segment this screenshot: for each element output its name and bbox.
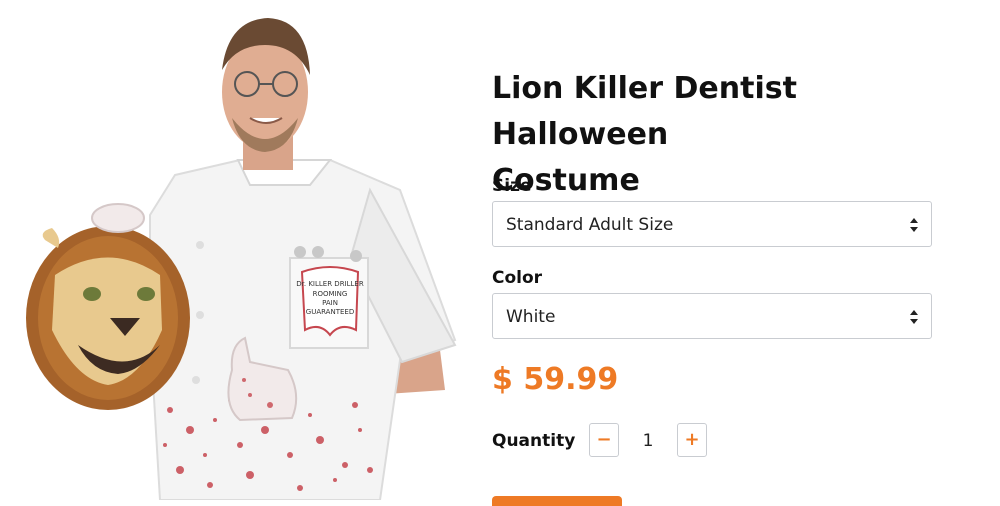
add-to-cart-button[interactable]: [492, 496, 622, 506]
lion-ear: [42, 228, 60, 248]
costume-illustration: Dr. KILLER DRILLER ROOMING PAIN GUARANTE…: [26, 18, 457, 500]
pocket-tool: [350, 250, 362, 262]
lion-eye: [137, 287, 155, 301]
product-title-line-1: Lion Killer Dentist Halloween: [492, 71, 797, 152]
size-select[interactable]: Standard Adult Size: [492, 201, 932, 247]
product-title-line-2: Costume: [492, 163, 640, 198]
quantity-decrement-button[interactable]: −: [589, 423, 619, 457]
color-label: Color: [492, 268, 543, 288]
select-arrows-icon: [910, 310, 918, 324]
pocket-text: PAIN: [322, 299, 338, 307]
color-selected-value: White: [506, 307, 556, 327]
pocket-text: ROOMING: [313, 290, 348, 298]
holding-hand: [91, 203, 145, 233]
coat-button: [196, 311, 204, 319]
size-selected-value: Standard Adult Size: [506, 215, 674, 235]
product-photo: Dr. KILLER DRILLER ROOMING PAIN GUARANTE…: [0, 0, 470, 500]
pocket-text: Dr. KILLER DRILLER: [296, 280, 364, 288]
lion-eye: [83, 287, 101, 301]
product-title: Lion Killer Dentist Halloween Costume: [492, 66, 942, 204]
size-label: Size: [492, 176, 532, 196]
coat-button: [192, 376, 200, 384]
quantity-value[interactable]: 1: [638, 431, 658, 451]
color-select[interactable]: White: [492, 293, 932, 339]
pocket-text: GUARANTEED: [306, 308, 354, 316]
product-details-panel: Lion Killer Dentist Halloween Costume Si…: [492, 0, 942, 506]
quantity-label: Quantity: [492, 431, 576, 451]
pocket-tool: [312, 246, 324, 258]
select-arrows-icon: [910, 218, 918, 232]
coat-button: [196, 241, 204, 249]
product-price: $ 59.99: [492, 362, 619, 397]
quantity-increment-button[interactable]: +: [677, 423, 707, 457]
pocket-tool: [294, 246, 306, 258]
